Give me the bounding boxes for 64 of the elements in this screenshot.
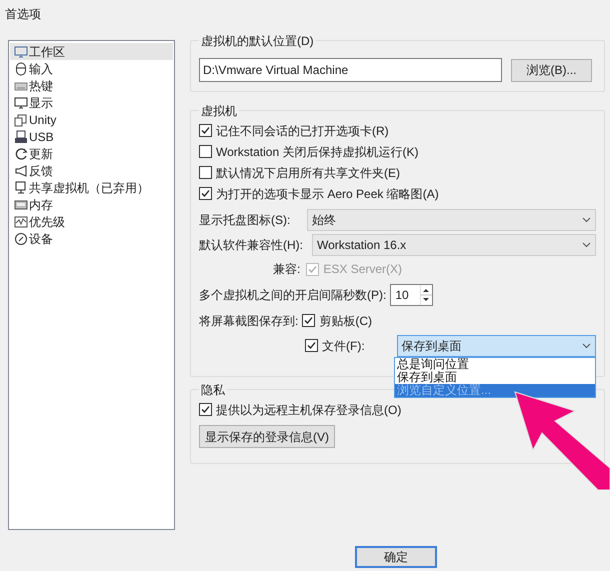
sidebar-item[interactable]: 共享虚拟机（已弃用）: [10, 179, 173, 196]
chevron-icon: [582, 342, 591, 348]
checkbox-label: ESX Server(X): [323, 261, 402, 278]
group-title: 虚拟机的默认位置(D): [199, 32, 316, 50]
field-label: 多个虚拟机之间的开启间隔秒数(P):: [199, 286, 386, 304]
sidebar-item[interactable]: 优先级: [10, 213, 173, 230]
windows-icon: [14, 112, 28, 126]
dropdown-option[interactable]: 保存到桌面: [395, 371, 595, 384]
checkbox-label: 剪贴板(C): [319, 312, 372, 330]
sidebar-item[interactable]: 热键: [10, 77, 173, 94]
field-label: 默认软件兼容性(H):: [199, 237, 304, 254]
number-spinner[interactable]: 10: [390, 284, 434, 306]
sidebar-item[interactable]: 反馈: [10, 162, 173, 179]
field-label: 兼容:: [273, 261, 300, 278]
sidebar-item[interactable]: 更新: [10, 145, 173, 162]
field-label: 将屏幕截图保存到:: [199, 312, 298, 330]
sidebar-item[interactable]: 设备: [10, 230, 173, 247]
checkbox[interactable]: [305, 339, 318, 352]
computer-icon: [14, 180, 28, 194]
monitor-icon: [14, 96, 28, 110]
mouse-icon: [14, 62, 28, 76]
checkbox[interactable]: [199, 166, 212, 179]
checkbox[interactable]: [199, 124, 212, 137]
megaphone-icon: [14, 164, 28, 178]
sidebar-item[interactable]: USB: [10, 128, 173, 145]
refresh-icon: [14, 146, 28, 160]
checkbox-label: 默认情况下启用所有共享文件夹(E): [216, 164, 400, 182]
ok-button[interactable]: 确定: [355, 546, 437, 568]
dropdown[interactable]: 始终: [307, 209, 596, 231]
chevron-icon: [582, 217, 591, 223]
dropdown-value: 保存到桌面: [402, 338, 462, 354]
chart-icon: [14, 214, 28, 228]
checkbox[interactable]: [199, 187, 212, 200]
dropdown[interactable]: Workstation 16.x: [312, 234, 596, 256]
sidebar-item[interactable]: 内存: [10, 196, 173, 213]
sidebar-item[interactable]: 输入: [10, 60, 173, 77]
checkbox-label: 文件(F):: [322, 338, 365, 354]
checkbox-label: 为打开的选项卡显示 Aero Peek 缩略图(A): [216, 186, 439, 202]
dropdown[interactable]: 保存到桌面: [396, 334, 596, 356]
memory-icon: [14, 198, 28, 212]
browse-button[interactable]: 浏览(B)...: [511, 58, 592, 82]
dropdown-value: Workstation 16.x: [317, 237, 406, 254]
checkbox-label: Workstation 关闭后保持虚拟机运行(K): [216, 144, 418, 160]
sidebar-item[interactable]: 显示: [10, 94, 173, 111]
spin-arrows-icon[interactable]: [420, 284, 432, 304]
group-title: 虚拟机: [199, 102, 239, 120]
sidebar-item[interactable]: 工作区: [10, 43, 173, 60]
sidebar-item[interactable]: Unity: [10, 111, 173, 128]
dropdown-value: 始终: [312, 212, 336, 229]
window-title: 首选项: [5, 6, 41, 23]
disc-icon: [14, 232, 28, 246]
usb-drive-icon: [14, 130, 28, 144]
checkbox[interactable]: [199, 403, 212, 416]
group-title: 隐私: [199, 381, 227, 399]
field-label: 显示托盘图标(S):: [199, 212, 292, 229]
checkbox[interactable]: [302, 314, 316, 327]
show-logins-button[interactable]: 显示保存的登录信息(V): [199, 425, 335, 448]
monitor-icon: [14, 44, 28, 58]
dropdown-option[interactable]: 总是询问位置: [395, 358, 595, 371]
checkbox[interactable]: [199, 145, 212, 158]
chevron-icon: [582, 242, 591, 248]
checkbox-label: 提供以为远程主机保存登录信息(O): [216, 402, 402, 418]
checkbox-label: 记住不同会话的已打开选项卡(R): [216, 122, 389, 140]
path-input-field[interactable]: D:\Vmware Virtual Machine: [199, 58, 502, 82]
